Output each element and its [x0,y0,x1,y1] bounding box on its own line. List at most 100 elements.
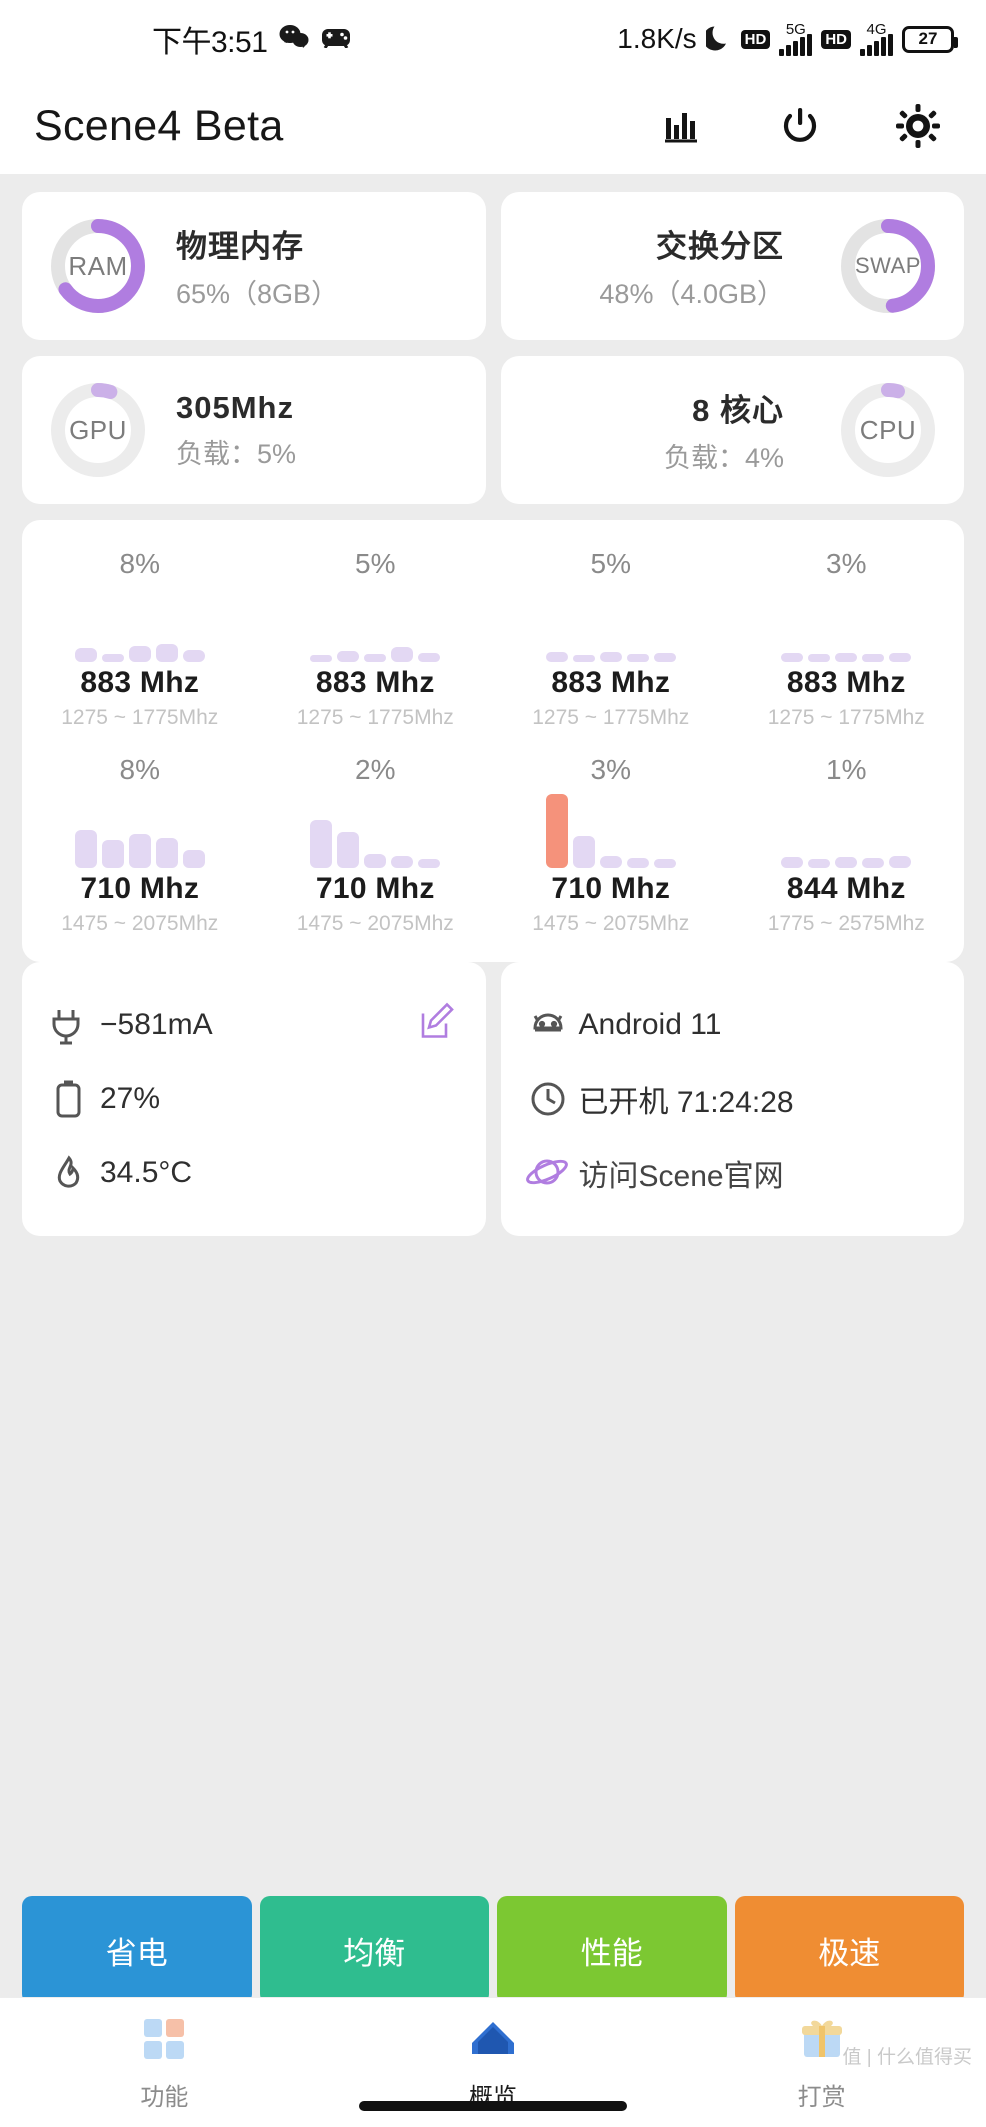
planet-icon [525,1150,579,1196]
cpu-core-frequency: 883 Mhz [80,666,200,699]
cpu-core-percent: 5% [355,548,396,579]
ram-ring: RAM [46,214,150,318]
cpu-core-bar [545,652,568,662]
cpu-core-row-2: 8% 710 Mhz 1475 ~ 2075Mhz 2% 710 Mhz 1475 ~ 2… [22,754,964,936]
cpu-core-frequency: 844 Mhz [786,872,906,905]
cpu-cores-card: 8% 883 Mhz 1275 ~ 1775Mhz 5% 883 Mhz 1275 ~ 1… [22,520,964,962]
cpu-core-histogram [771,794,921,868]
cpu-core-bar [155,838,178,868]
mode-button[interactable]: 极速 [734,1896,964,2004]
info-row: −581mA 27% 34.5°C Android 11 已开机 71:24:28 访问… [22,962,964,1236]
cpu-core-row-1: 8% 883 Mhz 1275 ~ 1775Mhz 5% 883 Mhz 1275 ~ 1… [22,548,964,730]
cpu-core-range: 1275 ~ 1775Mhz [296,706,454,729]
home-indicator[interactable] [359,2101,627,2111]
cpu-core-bar [101,840,124,868]
header-actions [658,102,952,150]
cpu-core-bar [74,648,97,662]
cpu-core-percent: 8% [119,754,160,785]
ram-card[interactable]: RAM 物理内存 65%（8GB） [22,192,486,340]
system-info-card: Android 11 已开机 71:24:28 访问Scene官网 [500,962,964,1236]
cpu-core: 5% 883 Mhz 1275 ~ 1775Mhz [258,548,494,730]
nav-label-donate: 打赏 [797,2084,846,2111]
moon-icon [702,23,732,56]
hd-badge-2: HD [821,29,851,49]
gpu-text: 305Mhz 负载：5% [150,390,296,471]
page-title: Scene4 Beta [34,101,284,150]
cpu-core: 1% 844 Mhz 1775 ~ 2575Mhz [729,754,965,936]
signal-group-4g: 4G [860,22,893,56]
mode-button[interactable]: 性能 [497,1896,727,2004]
watermark: 值 | 什么值得买 [842,2047,973,2068]
ram-sub: 65%（8GB） [176,279,339,309]
swap-ring-label: SWAP [855,253,921,278]
ram-title: 物理内存 [176,229,304,264]
cpu-core-bar [572,655,595,662]
cpu-core-frequency: 883 Mhz [315,666,435,699]
swap-card[interactable]: 交换分区 48%（4.0GB） SWAP [500,192,964,340]
cpu-core-bar [599,652,622,662]
cpu-core-range: 1275 ~ 1775Mhz [767,706,925,729]
info-line[interactable]: 访问Scene官网 [525,1136,941,1210]
gpu-title: 305Mhz [176,389,294,425]
swap-title: 交换分区 [656,229,784,264]
edit-icon[interactable] [416,1002,458,1049]
cpu-core-bar [391,647,414,662]
cpu-core: 3% 710 Mhz 1475 ~ 2075Mhz [493,754,729,936]
mode-button[interactable]: 省电 [22,1896,252,2004]
cpu-core-bar [74,830,97,868]
cpu-core-bar [310,820,333,868]
cpu-core-bar [182,850,205,868]
cpu-core-percent: 3% [826,548,867,579]
cpu-core-bar [364,654,387,662]
cpu-core-frequency: 710 Mhz [80,872,200,905]
temperature-icon [46,1150,100,1196]
cpu-core-range: 1275 ~ 1775Mhz [532,706,690,729]
cpu-core: 2% 710 Mhz 1475 ~ 2075Mhz [258,754,494,936]
clock-icon [525,1076,579,1122]
cpu-core-bar [808,654,831,662]
hd-badge-1: HD [740,29,771,49]
info-line: 27% [46,1062,462,1136]
cpu-core-histogram [771,588,921,662]
cpu-core-histogram [536,588,686,662]
gpu-card[interactable]: GPU 305Mhz 负载：5% [22,356,486,504]
power-icon[interactable] [776,102,824,150]
status-bar-left: 下午3:51 [152,17,351,61]
nav-item-functions[interactable]: 功能 [0,2013,329,2112]
info-line-text: −581mA [100,1008,213,1041]
cpu-core-histogram [300,588,450,662]
cpu-core-bar [101,654,124,662]
nav-item-overview[interactable]: 概览 [329,2013,658,2112]
ram-text: 物理内存 65%（8GB） [150,221,338,311]
modules-icon [139,2013,189,2068]
cpu-core-bar [418,653,441,662]
signal-bars-1 [779,34,813,56]
plug-icon [46,1002,100,1048]
cpu-core-percent: 5% [590,548,631,579]
memory-row: RAM 物理内存 65%（8GB） 交换分区 48%（4.0GB） SWAP [22,192,964,340]
home-icon [468,2013,518,2068]
cpu-ring: CPU [836,378,940,482]
cpu-core-bar [862,654,885,662]
wechat-icon [279,24,309,55]
cpu-core-frequency: 883 Mhz [786,666,906,699]
swap-text: 交换分区 48%（4.0GB） [599,221,810,311]
cpu-core-bar [572,836,595,868]
cpu-core-bar [781,653,804,662]
gear-icon[interactable] [894,102,942,150]
cpu-core-bar [155,644,178,662]
cpu-core-range: 1475 ~ 2075Mhz [532,912,690,935]
android-icon [525,1002,579,1048]
chart-icon[interactable] [658,102,706,150]
network-speed: 1.8K/s [617,23,697,54]
mode-button[interactable]: 均衡 [259,1896,489,2004]
cpu-core-bar [781,857,804,868]
cpu-card[interactable]: 8 核心 负载：4% CPU [500,356,964,504]
cpu-core-frequency: 710 Mhz [315,872,435,905]
cpu-core-range: 1475 ~ 2075Mhz [296,912,454,935]
cpu-core-bar [835,653,858,662]
cpu-core: 3% 883 Mhz 1275 ~ 1775Mhz [729,548,965,730]
signal-group-5g: 5G [779,22,813,56]
info-line: 34.5°C [46,1136,462,1210]
cpu-core-percent: 2% [355,754,396,785]
